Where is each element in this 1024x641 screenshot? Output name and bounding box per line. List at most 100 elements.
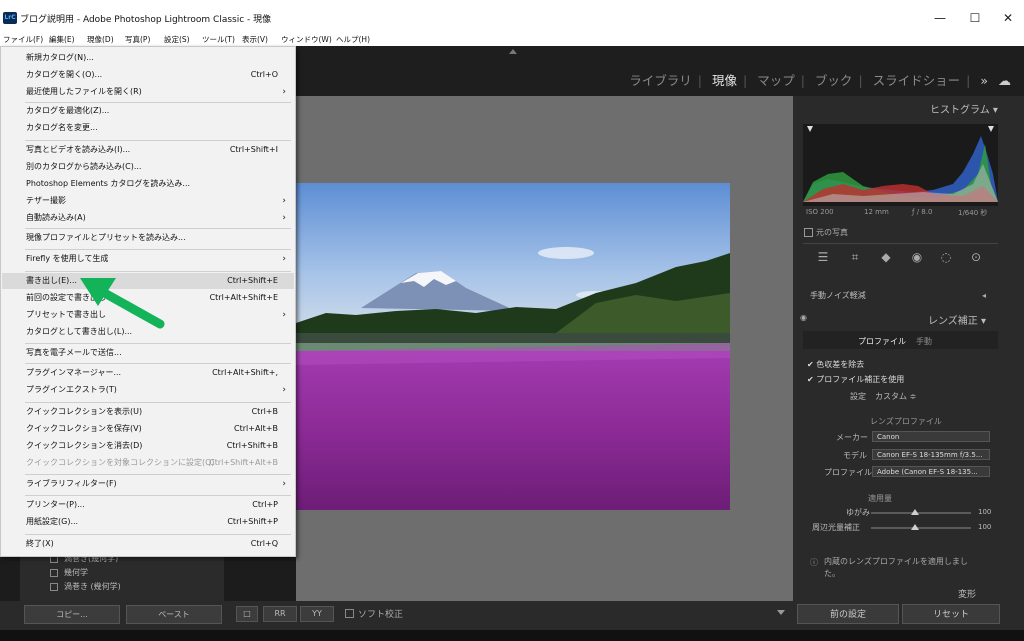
title-bar: LrC ブログ説明用 - Adobe Photoshop Lightroom C… — [0, 0, 1024, 34]
builtin-profile-note: 内蔵のレンズプロファイルを適用しました。 — [824, 557, 968, 578]
distortion-slider[interactable] — [871, 512, 971, 514]
submenu-arrow-icon: › — [282, 479, 286, 489]
more-modules-icon[interactable]: » — [980, 73, 988, 88]
file-menu-item[interactable]: 現像プロファイルとプリセットを読み込み... — [2, 230, 294, 246]
setup-dropdown[interactable]: カスタム ≑ — [875, 391, 916, 402]
lens-profile-title: レンズプロファイル — [870, 417, 942, 426]
file-menu-item[interactable]: カタログ名を変更... — [2, 120, 294, 136]
menu-window[interactable]: ウィンドウ(W) — [281, 34, 332, 45]
menu-view[interactable]: 表示(V) — [242, 34, 268, 45]
file-menu-item[interactable]: 用紙設定(G)... Ctrl+Shift+P — [2, 514, 294, 530]
menu-develop[interactable]: 現像(D) — [87, 34, 114, 45]
minimize-button[interactable]: — — [925, 8, 955, 28]
paste-settings-button[interactable]: ペースト — [126, 605, 222, 624]
menu-file[interactable]: ファイル(F) — [3, 34, 43, 45]
menu-item-shortcut: Ctrl+Shift+P — [227, 517, 278, 526]
menu-item-label: ライブラリフィルター(F) — [26, 479, 117, 488]
remove-ca-checkbox[interactable]: ✔ 色収差を除去 — [807, 359, 864, 370]
vignette-slider[interactable] — [871, 527, 971, 529]
file-menu-item[interactable]: 終了(X) Ctrl+Q — [2, 536, 294, 552]
expand-left-icon[interactable]: ◂ — [982, 291, 986, 300]
maker-dropdown[interactable]: Canon — [872, 431, 990, 442]
file-menu-item[interactable]: 最近使用したファイルを開く(R) › — [2, 84, 294, 100]
file-menu-item[interactable]: 自動読み込み(A) › — [2, 210, 294, 226]
file-menu-item[interactable]: プリンター(P)... Ctrl+P — [2, 497, 294, 513]
tab-manual[interactable]: 手動 — [916, 336, 932, 347]
file-menu-item[interactable]: クイックコレクションを対象コレクションに設定(Q) Ctrl+Shift+Alt+… — [2, 455, 294, 471]
close-button[interactable]: ✕ — [993, 8, 1023, 28]
healing-icon[interactable]: ◆ — [878, 249, 894, 265]
menu-tools[interactable]: ツール(T) — [202, 34, 235, 45]
menu-photo[interactable]: 写真(P) — [125, 34, 150, 45]
file-menu-item[interactable]: Firefly を使用して生成 › — [2, 251, 294, 267]
redeye-icon[interactable]: ◉ — [909, 249, 925, 265]
distortion-value[interactable]: 100 — [978, 508, 991, 516]
file-menu-item[interactable]: クイックコレクションを消去(D) Ctrl+Shift+B — [2, 438, 294, 454]
masking-icon[interactable]: ◌ — [938, 249, 954, 265]
menu-edit[interactable]: 編集(E) — [49, 34, 75, 45]
enable-profile-checkbox[interactable]: ✔ プロファイル補正を使用 — [807, 374, 904, 385]
menu-separator — [25, 474, 291, 475]
model-dropdown[interactable]: Canon EF-S 18-135mm f/3.5... — [872, 449, 990, 460]
vignette-value[interactable]: 100 — [978, 523, 991, 531]
reset-button[interactable]: リセット — [902, 604, 1000, 624]
menu-separator — [25, 343, 291, 344]
tab-profile[interactable]: プロファイル — [858, 336, 906, 347]
transform-header[interactable]: 変形 — [958, 587, 976, 600]
file-menu-item[interactable]: 新規カタログ(N)... — [2, 50, 294, 66]
file-menu-item[interactable]: プラグインエクストラ(T) › — [2, 382, 294, 398]
maximize-button[interactable]: ☐ — [960, 8, 990, 28]
file-menu-item[interactable]: テザー撮影 › — [2, 193, 294, 209]
photo-mt-fuji[interactable] — [296, 183, 730, 510]
histogram-header[interactable]: ヒストグラム ▾ — [930, 101, 998, 116]
before-after-button[interactable]: RR — [263, 606, 297, 622]
crop-icon[interactable]: ⌗ — [847, 249, 863, 265]
collection-item[interactable]: 渦巻き (幾何学) — [50, 581, 121, 592]
menu-item-label: カタログを最適化(Z)... — [26, 106, 110, 115]
module-slideshow[interactable]: スライドショー — [873, 73, 961, 88]
exif-focal: 12 mm — [864, 208, 889, 216]
before-after-toggle[interactable]: YY — [300, 606, 334, 622]
file-menu-item[interactable]: 写真とビデオを読み込み(I)... Ctrl+Shift+I — [2, 142, 294, 158]
menu-separator — [25, 534, 291, 535]
file-menu-item[interactable]: カタログを最適化(Z)... — [2, 103, 294, 119]
menu-item-shortcut: Ctrl+Shift+B — [226, 441, 278, 450]
file-menu-item[interactable]: 別のカタログから読み込み(C)... — [2, 159, 294, 175]
toolbar-menu-icon[interactable] — [777, 610, 785, 615]
module-book[interactable]: ブック — [815, 73, 853, 88]
original-photo-checkbox[interactable] — [804, 228, 813, 237]
soft-proof-checkbox[interactable] — [345, 609, 354, 618]
loupe-view-button[interactable]: □ — [236, 606, 258, 622]
file-menu-item[interactable]: プラグインマネージャー... Ctrl+Alt+Shift+, — [2, 365, 294, 381]
module-develop[interactable]: 現像 — [712, 73, 737, 88]
profile-dropdown[interactable]: Adobe (Canon EF-S 18-135... — [872, 466, 990, 477]
file-menu-item[interactable]: カタログを開く(O)... Ctrl+O — [2, 67, 294, 83]
menu-help[interactable]: ヘルプ(H) — [336, 34, 370, 45]
menu-item-label: カタログ名を変更... — [26, 123, 98, 132]
file-menu-item[interactable]: クイックコレクションを表示(U) Ctrl+B — [2, 404, 294, 420]
distortion-slider-thumb[interactable] — [911, 509, 919, 515]
vignette-slider-thumb[interactable] — [911, 524, 919, 530]
copy-settings-button[interactable]: コピー... — [24, 605, 120, 624]
edit-sliders-icon[interactable]: ☰ — [815, 249, 831, 265]
histogram — [803, 124, 998, 206]
file-menu-item[interactable]: ライブラリフィルター(F) › — [2, 476, 294, 492]
window-title: ブログ説明用 - Adobe Photoshop Lightroom Class… — [20, 15, 272, 25]
cloud-icon[interactable]: ☁ — [998, 74, 1011, 89]
noise-reduction-header[interactable]: 手動ノイズ軽減 — [810, 290, 866, 301]
presets-icon[interactable]: ⊙ — [968, 249, 984, 265]
collection-item[interactable]: 幾何学 — [50, 567, 88, 578]
lens-correction-header[interactable]: レンズ補正 ▾ — [928, 312, 986, 327]
module-map[interactable]: マップ — [757, 73, 795, 88]
collapse-top-icon[interactable] — [509, 49, 517, 54]
eye-toggle-icon[interactable]: ◉ — [800, 313, 807, 322]
menu-settings[interactable]: 設定(S) — [164, 34, 190, 45]
menu-item-label: クイックコレクションを表示(U) — [26, 407, 143, 416]
profile-label: プロファイル — [824, 468, 872, 477]
file-menu-item[interactable]: クイックコレクションを保存(V) Ctrl+Alt+B — [2, 421, 294, 437]
file-menu-item[interactable]: Photoshop Elements カタログを読み込み... — [2, 176, 294, 192]
menu-item-label: カタログを開く(O)... — [26, 70, 103, 79]
module-library[interactable]: ライブラリ — [629, 73, 692, 88]
previous-button[interactable]: 前の設定 — [797, 604, 899, 624]
file-menu-item[interactable]: 写真を電子メールで送信... — [2, 345, 294, 361]
